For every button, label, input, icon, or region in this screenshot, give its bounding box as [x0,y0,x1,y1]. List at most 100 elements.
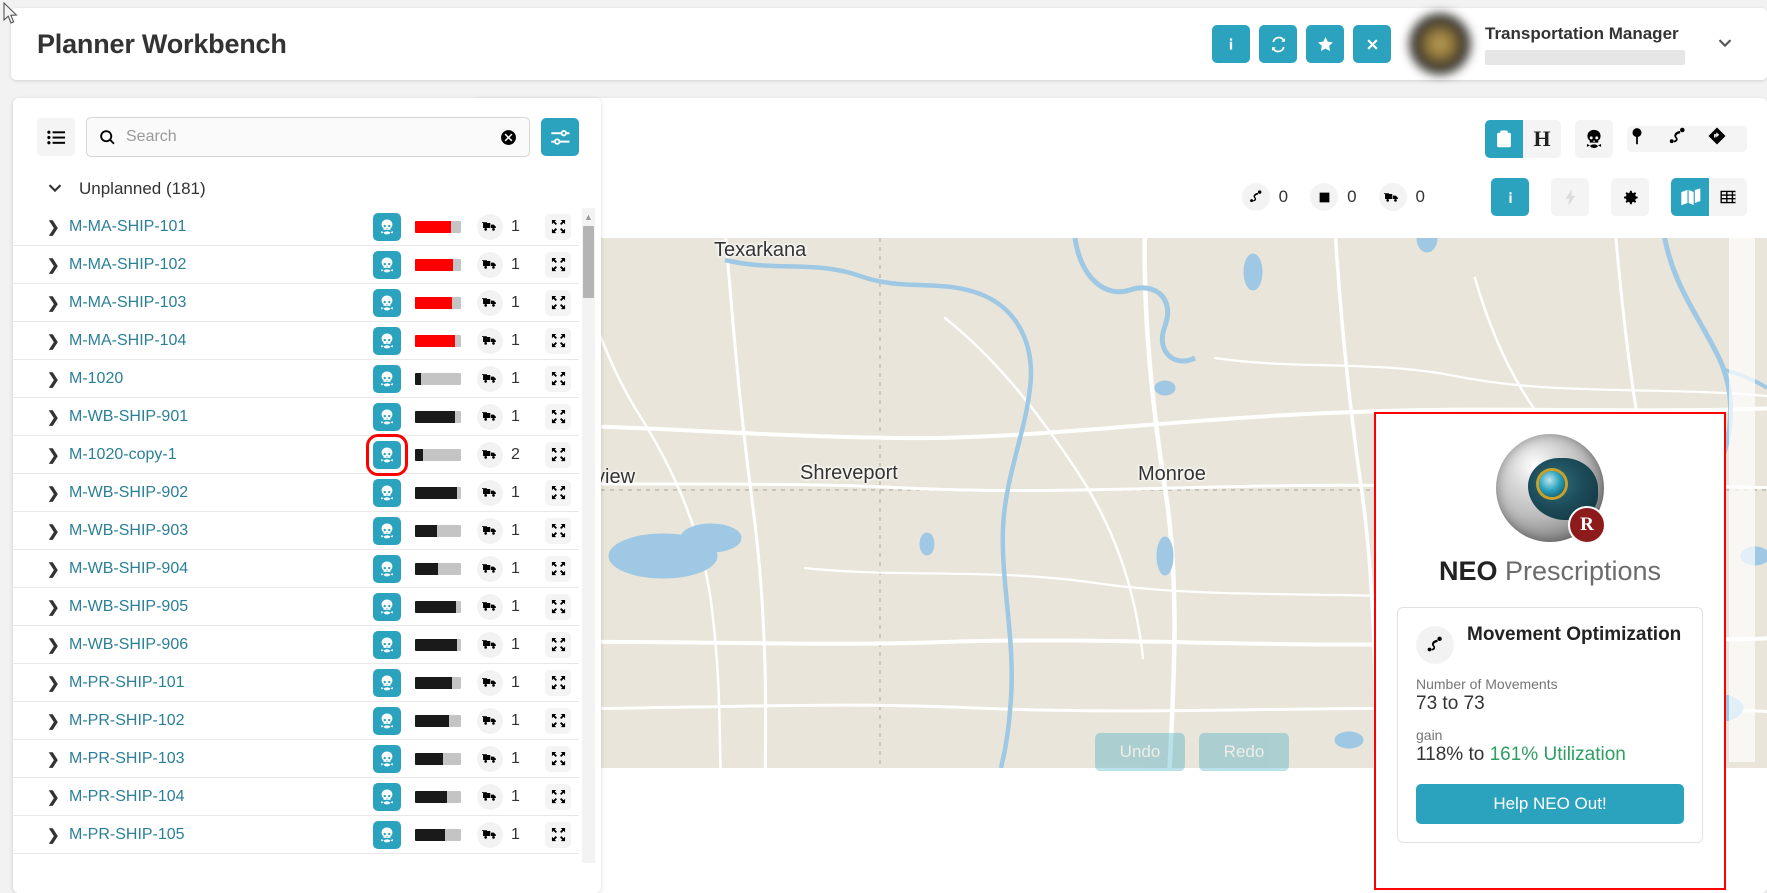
list-scrollbar[interactable]: ▲ [582,208,595,863]
row-expand-chevron-icon[interactable]: ❯ [47,712,69,730]
table-row[interactable]: ❯ M-PR-SHIP-103 1 [13,740,579,778]
search-field[interactable] [86,117,530,157]
shipment-id-link[interactable]: M-PR-SHIP-104 [69,788,373,806]
shipment-id-link[interactable]: M-MA-SHIP-101 [69,218,373,236]
refresh-button[interactable] [1259,25,1297,63]
row-expand-button[interactable] [545,821,571,848]
group-header-unplanned[interactable]: Unplanned (181) [13,170,601,208]
row-expand-chevron-icon[interactable]: ❯ [47,788,69,806]
info-button[interactable] [1212,25,1250,63]
row-expand-chevron-icon[interactable]: ❯ [47,674,69,692]
shipment-id-link[interactable]: M-MA-SHIP-102 [69,256,373,274]
pin-layer-button[interactable] [1627,126,1667,152]
row-expand-button[interactable] [545,479,571,506]
user-menu-chevron[interactable] [1707,26,1743,62]
hazmat-button[interactable] [373,326,401,355]
table-row[interactable]: ❯ M-MA-SHIP-104 1 [13,322,579,360]
row-expand-button[interactable] [545,593,571,620]
row-expand-chevron-icon[interactable]: ❯ [47,522,69,540]
table-row[interactable]: ❯ M-MA-SHIP-102 1 [13,246,579,284]
shipment-id-link[interactable]: M-WB-SHIP-903 [69,522,373,540]
clear-circle-icon[interactable] [500,129,517,146]
table-display-button[interactable] [1709,178,1747,216]
row-expand-button[interactable] [545,213,571,240]
hazmat-button[interactable] [373,364,401,393]
hazmat-filter-button[interactable] [1575,120,1613,158]
row-expand-button[interactable] [545,669,571,696]
row-expand-button[interactable] [545,327,571,354]
shipment-id-link[interactable]: M-PR-SHIP-101 [69,674,373,692]
shipment-id-link[interactable]: M-PR-SHIP-105 [69,826,373,844]
clipboard-view-button[interactable] [1485,120,1523,158]
map-display-button[interactable] [1671,178,1709,216]
shipment-id-link[interactable]: M-MA-SHIP-104 [69,332,373,350]
hazmat-button[interactable] [366,433,408,476]
shipment-id-link[interactable]: M-1020-copy-1 [69,446,373,464]
row-expand-chevron-icon[interactable]: ❯ [47,484,69,502]
list-view-button[interactable] [37,118,75,156]
row-expand-chevron-icon[interactable]: ❯ [47,598,69,616]
help-neo-out-button[interactable]: Help NEO Out! [1416,784,1684,824]
row-expand-chevron-icon[interactable]: ❯ [47,826,69,844]
table-row[interactable]: ❯ M-MA-SHIP-103 1 [13,284,579,322]
undo-button[interactable]: Undo [1095,733,1185,771]
row-expand-chevron-icon[interactable]: ❯ [47,218,69,236]
close-button[interactable] [1353,25,1391,63]
row-expand-button[interactable] [545,745,571,772]
row-expand-button[interactable] [545,517,571,544]
hazmat-button[interactable] [373,554,401,583]
scroll-up-arrow[interactable]: ▲ [583,212,594,222]
settings-action-button[interactable] [1611,178,1649,216]
shipment-id-link[interactable]: M-WB-SHIP-905 [69,598,373,616]
table-row[interactable]: ❯ M-PR-SHIP-104 1 [13,778,579,816]
row-expand-button[interactable] [545,783,571,810]
info-action-button[interactable] [1491,178,1529,216]
table-row[interactable]: ❯ M-WB-SHIP-906 1 [13,626,579,664]
filter-button[interactable] [541,118,579,156]
redo-button[interactable]: Redo [1199,733,1289,771]
table-row[interactable]: ❯ M-PR-SHIP-101 1 [13,664,579,702]
shipment-id-link[interactable]: M-MA-SHIP-103 [69,294,373,312]
table-row[interactable]: ❯ M-WB-SHIP-904 1 [13,550,579,588]
table-row[interactable]: ❯ M-MA-SHIP-101 1 [13,208,579,246]
table-row[interactable]: ❯ M-WB-SHIP-905 1 [13,588,579,626]
hazmat-button[interactable] [373,744,401,773]
user-menu[interactable]: Transportation Manager [1409,13,1685,75]
hazmat-button[interactable] [373,478,401,507]
row-expand-chevron-icon[interactable]: ❯ [47,294,69,312]
directions-layer-button[interactable] [1707,126,1747,152]
row-expand-button[interactable] [545,403,571,430]
shipment-id-link[interactable]: M-WB-SHIP-906 [69,636,373,654]
hazmat-button[interactable] [373,592,401,621]
shipment-id-link[interactable]: M-WB-SHIP-901 [69,408,373,426]
hazmat-button[interactable] [373,516,401,545]
row-expand-chevron-icon[interactable]: ❯ [47,636,69,654]
hazmat-button[interactable] [373,402,401,431]
table-row[interactable]: ❯ M-WB-SHIP-902 1 [13,474,579,512]
row-expand-button[interactable] [545,441,571,468]
hazmat-button[interactable] [373,212,401,241]
hazmat-button[interactable] [373,820,401,849]
hazmat-button[interactable] [373,288,401,317]
scrollbar-thumb[interactable] [583,226,594,298]
row-expand-chevron-icon[interactable]: ❯ [47,446,69,464]
row-expand-button[interactable] [545,365,571,392]
shipment-list[interactable]: ❯ M-MA-SHIP-101 1 ❯ M-MA-SHIP-102 1 ❯ M-MA-SHIP… [13,208,601,863]
search-input[interactable] [126,128,490,146]
row-expand-button[interactable] [545,707,571,734]
table-row[interactable]: ❯ M-1020 1 [13,360,579,398]
table-row[interactable]: ❯ M-PR-SHIP-102 1 [13,702,579,740]
row-expand-chevron-icon[interactable]: ❯ [47,408,69,426]
row-expand-chevron-icon[interactable]: ❯ [47,750,69,768]
hazmat-button[interactable] [373,630,401,659]
hazmat-button[interactable] [373,706,401,735]
hazmat-button[interactable] [373,782,401,811]
row-expand-chevron-icon[interactable]: ❯ [47,256,69,274]
row-expand-button[interactable] [545,631,571,658]
row-expand-chevron-icon[interactable]: ❯ [47,332,69,350]
shipment-id-link[interactable]: M-WB-SHIP-904 [69,560,373,578]
favorite-button[interactable] [1306,25,1344,63]
table-row[interactable]: ❯ M-WB-SHIP-901 1 [13,398,579,436]
row-expand-chevron-icon[interactable]: ❯ [47,560,69,578]
row-expand-chevron-icon[interactable]: ❯ [47,370,69,388]
